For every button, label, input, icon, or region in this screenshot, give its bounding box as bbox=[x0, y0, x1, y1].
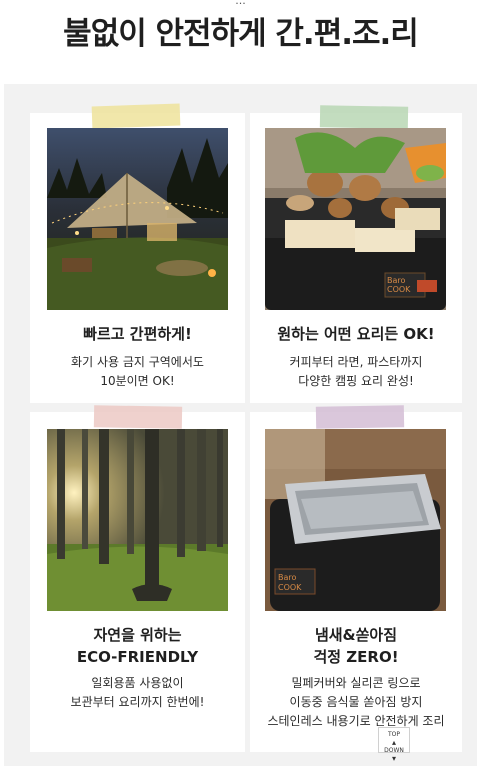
feature-card-quick: 빠르고 간편하게! 화기 사용 금지 구역에서도 10분이면 OK! bbox=[30, 103, 245, 403]
scroll-top-down-button[interactable]: TOP ▴ DOWN ▾ bbox=[378, 727, 410, 763]
food-container-photo: Baro COOK bbox=[265, 128, 446, 310]
chevron-up-icon: ▴ bbox=[391, 738, 396, 747]
steel-container-photo: Baro COOK bbox=[265, 429, 446, 611]
card-title: 자연을 위하는 ECO-FRIENDLY bbox=[76, 626, 199, 666]
tape-decoration bbox=[319, 105, 409, 129]
card-description: 밀페커버와 실리콘 링으로 이동중 음식물 쏟아짐 방지 스테인레스 내용기로 … bbox=[267, 676, 445, 728]
top-label[interactable]: TOP bbox=[388, 731, 400, 738]
card-title: 원하는 어떤 요리든 OK! bbox=[277, 325, 435, 343]
product-brand-label-top: Baro bbox=[278, 573, 297, 582]
down-label[interactable]: DOWN bbox=[384, 747, 404, 754]
product-brand-label-bottom: COOK bbox=[278, 583, 302, 592]
page-headline: 불없이 안전하게 간.편.조.리 bbox=[63, 16, 419, 52]
camping-night-photo bbox=[47, 128, 228, 310]
chevron-down-icon: ▾ bbox=[391, 754, 396, 763]
card-description: 일회용품 사용없이 보관부터 요리까지 한번에! bbox=[70, 676, 205, 709]
feature-card-eco: 자연을 위하는 ECO-FRIENDLY 일회용품 사용없이 보관부터 요리까지… bbox=[30, 405, 245, 752]
product-brand-label-bottom: COOK bbox=[387, 285, 411, 294]
product-brand-label-top: Baro bbox=[387, 276, 406, 285]
card-title: 냄새&쏟아짐 걱정 ZERO! bbox=[313, 626, 399, 666]
feature-card-any-dish: Baro COOK 원하는 어떤 요리든 OK! 커피부터 라면, 파스타까지 … bbox=[250, 105, 462, 403]
top-cut-text: ... bbox=[235, 0, 246, 7]
card-description: 커피부터 라면, 파스타까지 다양한 캠핑 요리 완성! bbox=[289, 355, 423, 388]
card-description: 화기 사용 금지 구역에서도 10분이면 OK! bbox=[71, 355, 204, 388]
tape-decoration bbox=[91, 103, 181, 129]
card-title: 빠르고 간편하게! bbox=[83, 325, 192, 343]
tape-decoration bbox=[315, 405, 405, 429]
forest-photo bbox=[47, 429, 228, 611]
tape-decoration bbox=[93, 405, 183, 429]
feature-card-leakproof: Baro COOK 냄새&쏟아짐 걱정 ZERO! 밀페커버와 실리콘 링으로 … bbox=[250, 405, 462, 752]
